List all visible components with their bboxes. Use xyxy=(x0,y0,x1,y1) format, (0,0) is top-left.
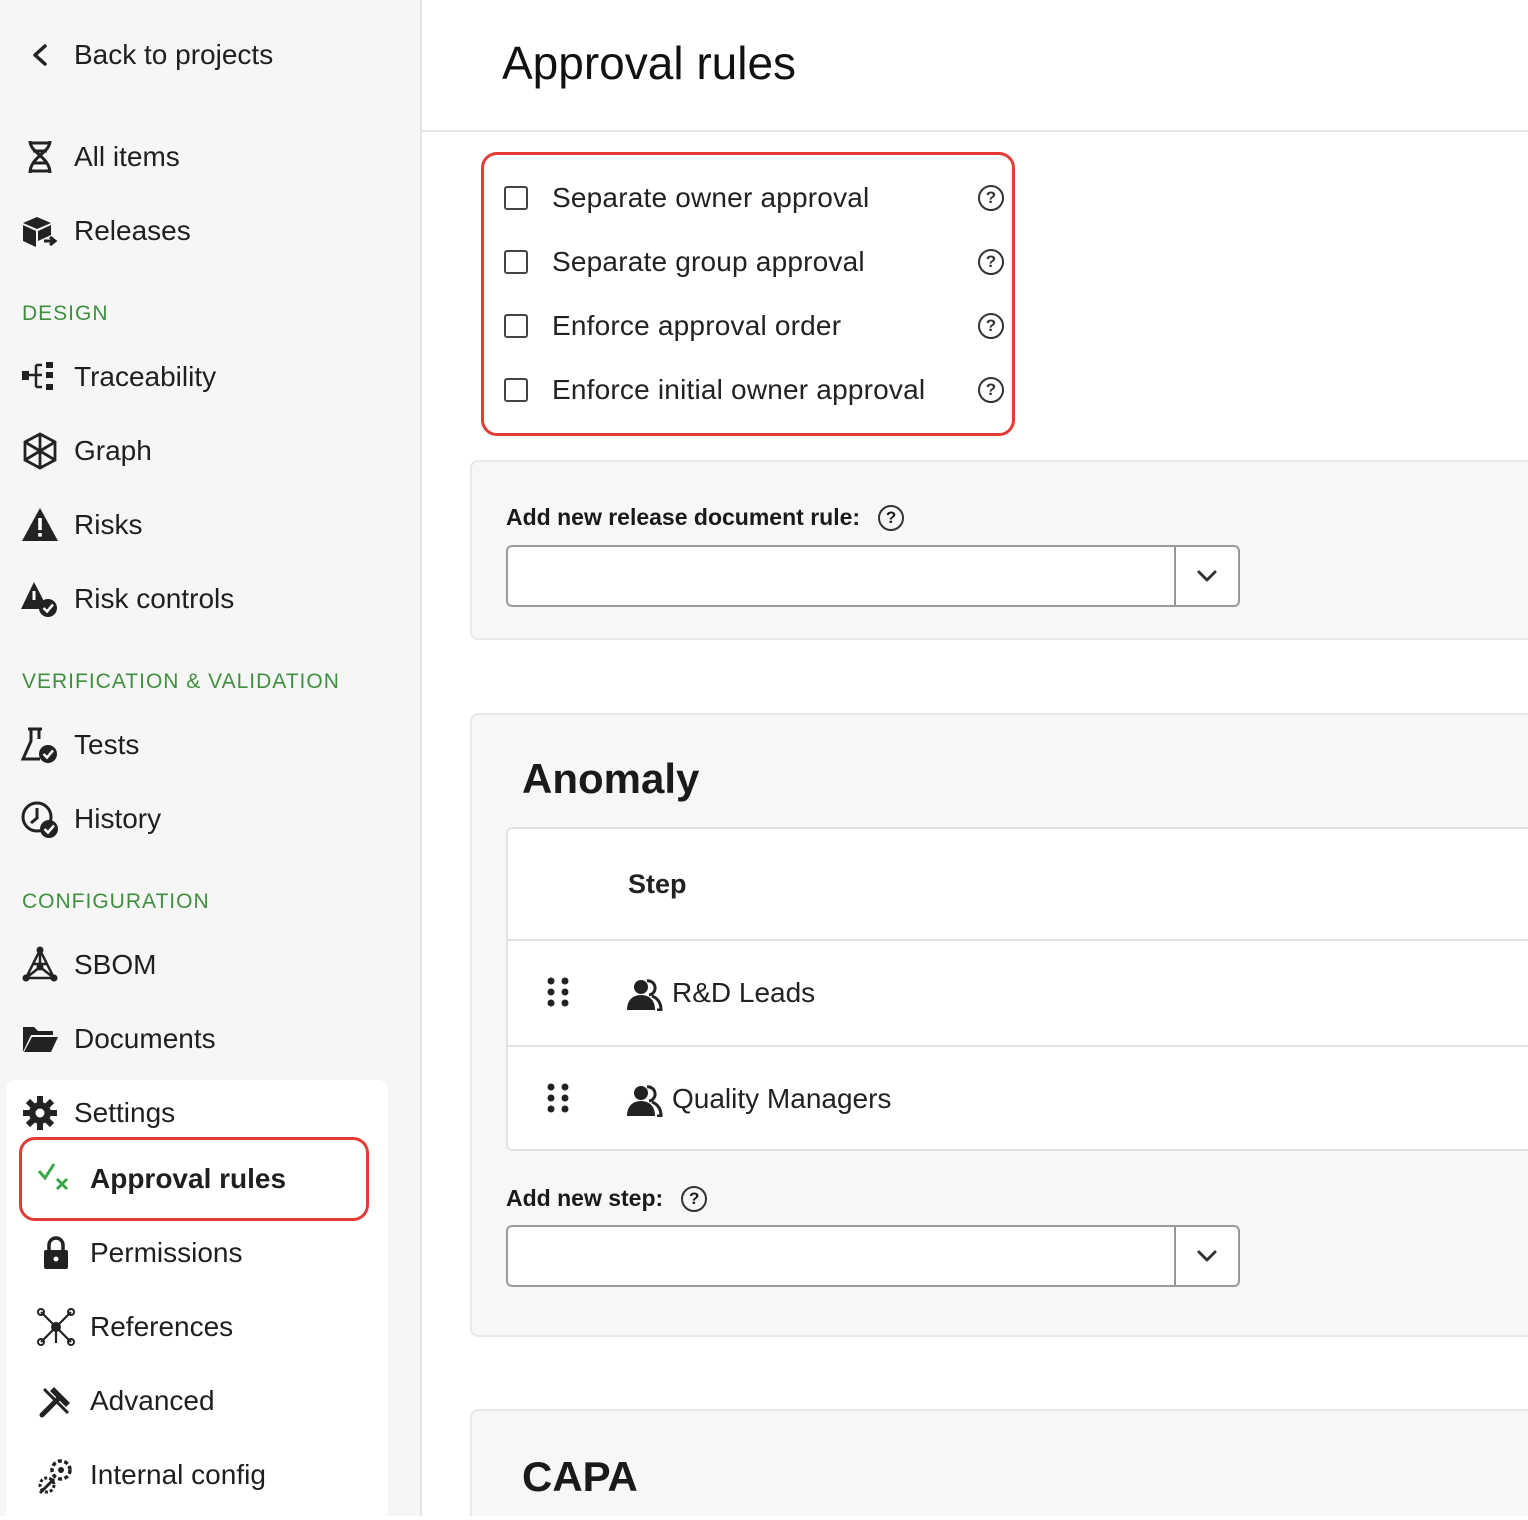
step-label: R&D Leads xyxy=(672,977,816,1008)
sidebar-item-label: Risk controls xyxy=(74,583,235,614)
section-label-configuration: CONFIGURATION xyxy=(22,890,210,913)
sidebar-item-sbom[interactable]: SBOM xyxy=(20,943,156,987)
sbom-icon xyxy=(20,945,60,985)
chevron-left-icon xyxy=(20,35,60,75)
tools-icon xyxy=(36,1381,76,1421)
sidebar-item-risks[interactable]: Risks xyxy=(20,503,142,547)
sidebar-item-references[interactable]: References xyxy=(36,1305,233,1349)
sidebar-item-tests[interactable]: Tests xyxy=(20,723,139,767)
anomaly-panel: Anomaly Step R&D Leads Quality Managers … xyxy=(470,713,1528,1337)
checkbox[interactable] xyxy=(504,186,528,210)
sidebar-item-history[interactable]: History xyxy=(20,797,161,841)
capa-title: CAPA xyxy=(522,1453,638,1500)
sidebar: Back to projects All items Releases DESI… xyxy=(0,0,422,1520)
add-step-select[interactable] xyxy=(506,1225,1240,1287)
help-icon[interactable]: ? xyxy=(978,185,1004,211)
dna-icon xyxy=(20,137,60,177)
sidebar-item-label: Documents xyxy=(74,1023,216,1054)
gear-icon xyxy=(20,1093,60,1133)
add-step-label-text: Add new step: xyxy=(506,1185,664,1211)
checkbox[interactable] xyxy=(504,250,528,274)
capa-panel: CAPA xyxy=(470,1409,1528,1516)
sidebar-item-label: References xyxy=(90,1311,234,1342)
page-title: Approval rules xyxy=(502,37,797,89)
table-row[interactable]: R&D Leads xyxy=(508,939,1528,1045)
option-label: Enforce approval order xyxy=(552,310,842,341)
flask-icon xyxy=(20,725,60,765)
sidebar-item-all-items[interactable]: All items xyxy=(20,135,180,179)
steps-table: Step R&D Leads Quality Managers xyxy=(506,827,1528,1151)
sidebar-item-label: Risks xyxy=(74,509,143,540)
releases-icon xyxy=(20,211,60,251)
sidebar-item-label: Settings xyxy=(74,1097,176,1128)
help-icon[interactable]: ? xyxy=(978,249,1004,275)
checkbox[interactable] xyxy=(504,314,528,338)
option-label: Separate owner approval xyxy=(552,182,870,213)
user-group-icon xyxy=(626,977,664,1016)
option-enforce-approval-order[interactable]: Enforce approval order ? xyxy=(504,306,1004,346)
sidebar-item-risk-controls[interactable]: Risk controls xyxy=(20,577,234,621)
gears-icon xyxy=(36,1455,76,1495)
sidebar-item-label: Permissions xyxy=(90,1237,243,1268)
approval-options: Separate owner approval ? Separate group… xyxy=(481,152,1015,436)
table-row[interactable]: Quality Managers xyxy=(508,1045,1528,1151)
help-icon[interactable]: ? xyxy=(681,1185,708,1212)
step-label: Quality Managers xyxy=(672,1083,892,1114)
chevron-down-icon[interactable] xyxy=(1174,547,1238,605)
release-rule-label-text: Add new release document rule: xyxy=(506,504,861,530)
sidebar-item-label: Approval rules xyxy=(90,1163,287,1194)
sidebar-item-graph[interactable]: Graph xyxy=(20,429,152,473)
page-header: Approval rules xyxy=(422,0,1528,132)
option-label: Separate group approval xyxy=(552,246,865,277)
sidebar-item-advanced[interactable]: Advanced xyxy=(36,1379,215,1423)
sidebar-item-permissions[interactable]: Permissions xyxy=(36,1231,242,1275)
back-to-projects-link[interactable]: Back to projects xyxy=(20,33,273,77)
section-label-design: DESIGN xyxy=(22,302,109,325)
graph-icon xyxy=(20,431,60,471)
anomaly-title: Anomaly xyxy=(522,755,700,802)
section-label-vv: VERIFICATION & VALIDATION xyxy=(22,670,340,693)
sidebar-item-label: Tests xyxy=(74,729,140,760)
warning-icon xyxy=(20,505,60,545)
option-label: Enforce initial owner approval xyxy=(552,374,926,405)
option-separate-group-approval[interactable]: Separate group approval ? xyxy=(504,242,1004,282)
drag-handle-icon[interactable] xyxy=(546,977,570,1016)
release-rule-panel: Add new release document rule: ? xyxy=(470,460,1528,640)
sidebar-item-label: Internal config xyxy=(90,1459,266,1490)
approval-icon xyxy=(36,1159,76,1199)
drag-handle-icon[interactable] xyxy=(546,1083,570,1122)
column-header-step: Step xyxy=(628,869,687,899)
history-icon xyxy=(20,799,60,839)
help-icon[interactable]: ? xyxy=(978,313,1004,339)
sidebar-item-label: Traceability xyxy=(74,361,217,392)
sidebar-item-settings[interactable]: Settings xyxy=(20,1091,175,1135)
folder-icon xyxy=(20,1019,60,1059)
help-icon[interactable]: ? xyxy=(878,504,905,531)
option-enforce-initial-owner-approval[interactable]: Enforce initial owner approval ? xyxy=(504,370,1004,410)
sidebar-item-label: Advanced xyxy=(90,1385,215,1416)
sidebar-item-internal-config[interactable]: Internal config xyxy=(36,1453,266,1497)
user-group-icon xyxy=(626,1083,664,1122)
checkbox[interactable] xyxy=(504,378,528,402)
release-rule-select[interactable] xyxy=(506,545,1240,607)
sidebar-item-releases[interactable]: Releases xyxy=(20,209,191,253)
option-separate-owner-approval[interactable]: Separate owner approval ? xyxy=(504,178,1004,218)
back-to-projects-label: Back to projects xyxy=(74,39,274,70)
traceability-icon xyxy=(20,357,60,397)
sidebar-item-approval-rules[interactable]: Approval rules xyxy=(36,1157,286,1201)
references-icon xyxy=(36,1307,76,1347)
sidebar-item-label: Graph xyxy=(74,435,152,466)
help-icon[interactable]: ? xyxy=(978,377,1004,403)
lock-icon xyxy=(36,1233,76,1273)
add-step-label: Add new step: ? xyxy=(506,1185,708,1212)
sidebar-item-documents[interactable]: Documents xyxy=(20,1017,216,1061)
sidebar-item-traceability[interactable]: Traceability xyxy=(20,355,216,399)
risk-control-icon xyxy=(20,579,60,619)
chevron-down-icon[interactable] xyxy=(1174,1227,1238,1285)
sidebar-item-label: Releases xyxy=(74,215,191,246)
release-rule-label: Add new release document rule: ? xyxy=(506,504,905,531)
sidebar-item-label: SBOM xyxy=(74,949,157,980)
sidebar-item-label: History xyxy=(74,803,162,834)
sidebar-item-label: All items xyxy=(74,141,180,172)
